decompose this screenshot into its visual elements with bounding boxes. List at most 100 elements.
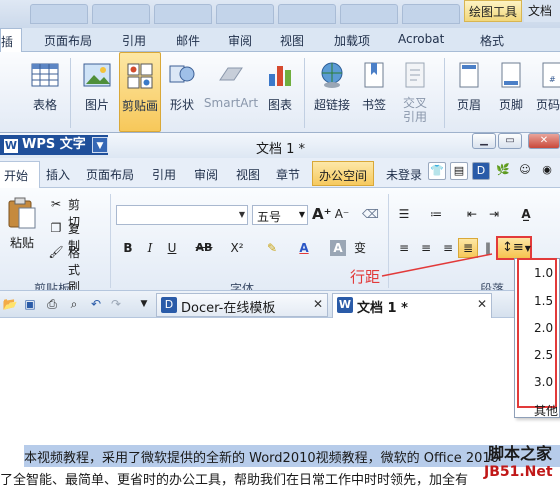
footer-button[interactable]: 页脚 bbox=[492, 52, 530, 132]
tab-document-1[interactable]: W 文档 1 * ✕ bbox=[332, 293, 492, 318]
char-shading-icon[interactable]: A bbox=[330, 240, 346, 256]
selected-text-line[interactable]: 本视频教程，采用了微软提供的全新的 Word2010视频教程，微软的 Offic… bbox=[24, 445, 560, 467]
tab-home[interactable]: 开始 bbox=[0, 161, 40, 188]
app-menu-dropdown-icon[interactable]: ▼ bbox=[92, 137, 108, 153]
text-line[interactable]: 了全智能、最简单、更省时的办公工具，帮助我们在日常工作中时时领先，加全有 bbox=[0, 469, 560, 488]
open-icon[interactable]: 📂 bbox=[2, 296, 18, 312]
line-spacing-option-2-5[interactable]: 2.5 bbox=[534, 348, 553, 362]
docer-icon[interactable]: D bbox=[472, 162, 490, 180]
strikethrough-icon[interactable]: AB bbox=[194, 240, 214, 256]
login-status[interactable]: 未登录 bbox=[386, 166, 422, 183]
document-icon: W bbox=[337, 297, 353, 313]
grow-font-icon[interactable]: A⁺ bbox=[312, 206, 332, 222]
font-size-dropdown-icon[interactable]: ▼ bbox=[296, 206, 308, 224]
increase-indent-icon[interactable]: ⇥ bbox=[486, 206, 502, 222]
word-tab-format[interactable]: 格式 bbox=[480, 32, 504, 49]
close-tab-icon[interactable]: ✕ bbox=[313, 297, 323, 311]
bg-doc-tab bbox=[154, 4, 212, 24]
hyperlink-icon bbox=[321, 62, 343, 88]
tab-references[interactable]: 引用 bbox=[152, 166, 176, 183]
tab-office-space[interactable]: 办公空间 bbox=[312, 161, 374, 186]
line-spacing-option-other[interactable]: 其他 bbox=[534, 402, 558, 419]
table-button[interactable]: 表格 bbox=[26, 52, 64, 132]
plant-icon[interactable]: 🌿 bbox=[494, 162, 512, 180]
paste-label: 粘贴 bbox=[10, 236, 35, 250]
undo-icon[interactable]: ↶ bbox=[88, 296, 104, 312]
clear-format-icon[interactable]: ⌫ bbox=[362, 206, 379, 222]
window-title: 文档 1 * bbox=[256, 142, 306, 157]
page-preview-icon[interactable]: ⌕ bbox=[66, 296, 82, 312]
minimize-button[interactable]: ▁ bbox=[472, 133, 496, 149]
people-icon[interactable]: ☺ bbox=[516, 162, 534, 180]
font-color-icon[interactable]: A bbox=[296, 240, 312, 256]
shrink-font-icon[interactable]: A⁻ bbox=[334, 206, 350, 222]
word-doc-title: 文档 2 bbox=[524, 0, 560, 40]
shirt-icon[interactable]: 👕 bbox=[428, 162, 446, 180]
line-spacing-option-1-0[interactable]: 1.0 bbox=[534, 266, 553, 280]
header-button[interactable]: 页眉 bbox=[450, 52, 488, 132]
close-button[interactable]: ✕ bbox=[528, 133, 560, 149]
quick-access-dropdown-icon[interactable]: ▼ bbox=[136, 296, 152, 312]
highlight-icon[interactable]: ✎ bbox=[264, 240, 280, 256]
hyperlink-button[interactable]: 超链接 bbox=[312, 52, 352, 132]
bookmark-button[interactable]: 书签 bbox=[356, 52, 392, 132]
clipart-button[interactable]: 剪贴画 bbox=[119, 52, 161, 132]
underline-icon[interactable]: U bbox=[164, 240, 180, 256]
asian-layout-icon[interactable]: A̲ bbox=[518, 206, 534, 222]
font-dropdown-icon[interactable]: ▼ bbox=[236, 206, 248, 224]
page-number-button[interactable]: # 页码 bbox=[534, 52, 560, 132]
tab-docer-templates[interactable]: D Docer-在线模板 ✕ bbox=[156, 293, 328, 317]
redo-icon[interactable]: ↷ bbox=[108, 296, 124, 312]
word-tab-references[interactable]: 引用 bbox=[122, 32, 146, 49]
word-tab-addins[interactable]: 加载项 bbox=[334, 32, 370, 49]
word-tab-insert[interactable]: 插入 bbox=[0, 28, 22, 66]
maximize-button[interactable]: ▭ bbox=[498, 133, 522, 149]
picture-icon bbox=[83, 63, 111, 87]
save-icon[interactable]: ▣ bbox=[22, 296, 38, 312]
tab-section[interactable]: 章节 bbox=[276, 166, 300, 183]
smartart-button[interactable]: SmartArt bbox=[202, 52, 260, 132]
word-tab-page-layout[interactable]: 页面布局 bbox=[44, 32, 92, 49]
page-number-icon: # bbox=[542, 62, 560, 88]
decrease-indent-icon[interactable]: ⇤ bbox=[464, 206, 480, 222]
numbering-icon[interactable]: ≔ bbox=[428, 206, 444, 222]
help-icon[interactable]: ◉ bbox=[538, 162, 556, 180]
line-spacing-option-3-0[interactable]: 3.0 bbox=[534, 375, 553, 389]
print-preview-icon[interactable]: ⎙ bbox=[44, 296, 60, 312]
font-name-input[interactable] bbox=[116, 205, 248, 225]
line-spacing-option-1-5[interactable]: 1.5 bbox=[534, 294, 553, 308]
shapes-button[interactable]: 形状 bbox=[164, 52, 200, 132]
tab-view[interactable]: 视图 bbox=[236, 166, 260, 183]
line-spacing-option-2-0[interactable]: 2.0 bbox=[534, 321, 553, 335]
bold-icon[interactable]: B bbox=[120, 240, 136, 256]
watermark-text: 脚本之家 bbox=[488, 444, 553, 463]
picture-button[interactable]: 图片 bbox=[78, 52, 116, 132]
tab-page-layout[interactable]: 页面布局 bbox=[86, 166, 134, 183]
italic-icon[interactable]: I bbox=[142, 240, 158, 256]
word-tab-mailings[interactable]: 邮件 bbox=[176, 32, 200, 49]
scissors-icon: ✂ bbox=[50, 197, 62, 211]
line-spacing-icon: ↕≡ bbox=[502, 240, 524, 255]
hyperlink-label: 超链接 bbox=[313, 98, 350, 112]
word-tab-view[interactable]: 视图 bbox=[280, 32, 304, 49]
line-spacing-button[interactable]: ↕≡▼ bbox=[496, 236, 532, 260]
bullets-icon[interactable]: ☰ bbox=[396, 206, 412, 222]
bg-doc-tab bbox=[340, 4, 398, 24]
bookmark-icon bbox=[364, 62, 384, 88]
tab-insert[interactable]: 插入 bbox=[46, 166, 70, 183]
bookmark-label: 书签 bbox=[361, 98, 386, 112]
wps-logo-icon: W bbox=[4, 139, 18, 153]
print-icon[interactable]: ▤ bbox=[450, 162, 468, 180]
close-tab-icon[interactable]: ✕ bbox=[477, 297, 487, 311]
paste-button[interactable]: 粘贴 bbox=[4, 196, 40, 256]
superscript-icon[interactable]: X² bbox=[228, 240, 246, 256]
tab-review[interactable]: 审阅 bbox=[194, 166, 218, 183]
phonetic-icon[interactable]: 变 bbox=[352, 240, 368, 256]
divider bbox=[110, 194, 111, 288]
cross-reference-button[interactable]: 交叉引用 bbox=[394, 52, 436, 132]
word-tab-bar: 插入 页面布局 引用 邮件 审阅 视图 加载项 Acrobat 格式 bbox=[0, 28, 560, 66]
chart-button[interactable]: 图表 bbox=[262, 52, 298, 132]
word-tab-acrobat[interactable]: Acrobat bbox=[398, 32, 444, 46]
word-tab-review[interactable]: 审阅 bbox=[228, 32, 252, 49]
drawing-tools-context-tab[interactable]: 绘图工具 bbox=[464, 0, 522, 22]
